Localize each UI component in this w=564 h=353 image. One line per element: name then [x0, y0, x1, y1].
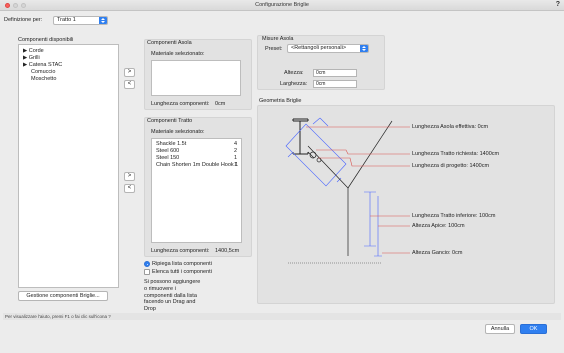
tree-item-catena-stac[interactable]: ▶ Catena STAC [23, 62, 62, 68]
preset-select-value: <Rettangoli personali> [291, 45, 347, 51]
definition-select[interactable]: Tratto 1 [53, 16, 108, 25]
lower-length-readout: Lunghezza Tratto inferiore: 100cm [412, 213, 496, 219]
required-length-readout: Lunghezza Tratto richiesta: 1400cm [412, 151, 500, 157]
add-segment-component-button[interactable]: > [124, 172, 135, 181]
hook-height-readout: Altezza Gancio: 0cm [412, 250, 463, 256]
item-name: Steel 150 [156, 155, 180, 161]
eye-measures-title: Misure Asola [262, 36, 294, 42]
list-item[interactable]: Shackle 1.5t 4 [156, 141, 237, 147]
eye-components-title: Componenti Asola [147, 40, 192, 46]
preset-label: Preset: [265, 46, 283, 52]
item-qty: 1 [233, 155, 237, 161]
eye-measures-group: Misure Asola Preset: <Rettangoli persona… [257, 35, 385, 90]
list-all-checkbox[interactable] [144, 269, 150, 275]
apex-height-readout: Altezza Apice: 100cm [412, 223, 465, 229]
segment-length-label: Lunghezza componenti: [151, 248, 210, 254]
drag-drop-hint: Si possono aggiungere o rimuovere i comp… [144, 279, 201, 313]
item-qty: 2 [233, 148, 237, 154]
segment-length-value: 1400,5cm [215, 248, 240, 254]
status-bar: Per visualizzare l'aiuto, premi F1 o fai… [3, 313, 561, 320]
title-bar: Configurazione Briglie ? [0, 0, 564, 11]
list-item[interactable]: Steel 150 1 [156, 155, 237, 161]
dialog-window: Configurazione Briglie ? Definizione per… [0, 0, 564, 353]
eye-length-readout: Lunghezza Asola effettiva: 0cm [412, 124, 489, 130]
item-name: Chain Shorten 1m Double Hook 1 [156, 162, 239, 168]
eye-components-group: Componenti Asola Materiale selezionato: … [144, 39, 252, 110]
tree-item-corde[interactable]: ▶ Corde [23, 48, 44, 54]
segment-components-list[interactable]: Shackle 1.5t 4 Steel 600 2 Steel 150 1 Chai… [151, 138, 242, 243]
segment-components-group: Componenti Tratto Materiale selezionato:… [144, 117, 252, 257]
height-label: Altezza: [284, 70, 304, 76]
remove-segment-component-button[interactable]: < [124, 184, 135, 193]
chevron-updown-icon [360, 45, 368, 52]
list-item[interactable]: Steel 600 2 [156, 148, 237, 154]
geometry-title: Geometria Briglie [259, 98, 302, 104]
list-all-label: Elenca tutti i componenti [152, 269, 212, 275]
preset-select[interactable]: <Rettangoli personali> [287, 44, 369, 53]
ok-button[interactable]: OK [520, 324, 547, 334]
tree-item-grilli[interactable]: ▶ Grilli [23, 55, 40, 61]
eye-selected-label: Materiale selezionato: [151, 51, 205, 57]
bridle-lines [307, 120, 393, 256]
available-components-title: Componenti disponibili [18, 37, 74, 43]
list-item[interactable]: Chain Shorten 1m Double Hook 11 [156, 162, 239, 168]
available-components-tree[interactable]: ▶ Corde ▶ Grilli ▶ Catena STAC Comuccio … [18, 44, 119, 288]
tree-item-moschetto[interactable]: Moschetto [31, 76, 56, 82]
chevron-updown-icon [99, 17, 107, 24]
item-name: Steel 600 [156, 148, 180, 154]
eye-length-value: 0cm [215, 101, 226, 107]
design-length-readout: Lunghezza di progetto: 1400cm [412, 163, 490, 169]
width-field[interactable]: 0cm [313, 80, 357, 88]
remove-eye-component-button[interactable]: < [124, 80, 135, 89]
eye-components-list[interactable] [151, 60, 241, 96]
item-qty: 1 [233, 162, 237, 168]
window-title: Configurazione Briglie [255, 2, 309, 8]
add-eye-component-button[interactable]: > [124, 68, 135, 77]
callout-lines [306, 126, 410, 254]
bridle-diagram [285, 117, 410, 264]
item-qty: 4 [233, 141, 237, 147]
manage-components-button[interactable]: Gestione componenti Briglie... [18, 291, 108, 301]
definition-select-value: Tratto 1 [57, 17, 76, 23]
help-icon[interactable]: ? [556, 1, 560, 8]
segment-components-title: Componenti Tratto [147, 118, 193, 124]
height-field[interactable]: 0cm [313, 69, 357, 77]
tree-item-comuccio[interactable]: Comuccio [31, 69, 55, 75]
geometry-panel: Lunghezza Asola effettiva: 0cm Lunghezza… [257, 105, 555, 304]
eye-length-label: Lunghezza componenti: [151, 101, 210, 107]
item-name: Shackle 1.5t [156, 141, 187, 147]
segment-selected-label: Materiale selezionato: [151, 129, 205, 135]
definition-label: Definizione per: [4, 17, 43, 23]
collapse-list-radio[interactable] [144, 261, 150, 267]
width-label: Larghezza: [280, 81, 308, 87]
cancel-button[interactable]: Annulla [485, 324, 515, 334]
collapse-list-label: Ripiega lista componenti [152, 261, 212, 267]
